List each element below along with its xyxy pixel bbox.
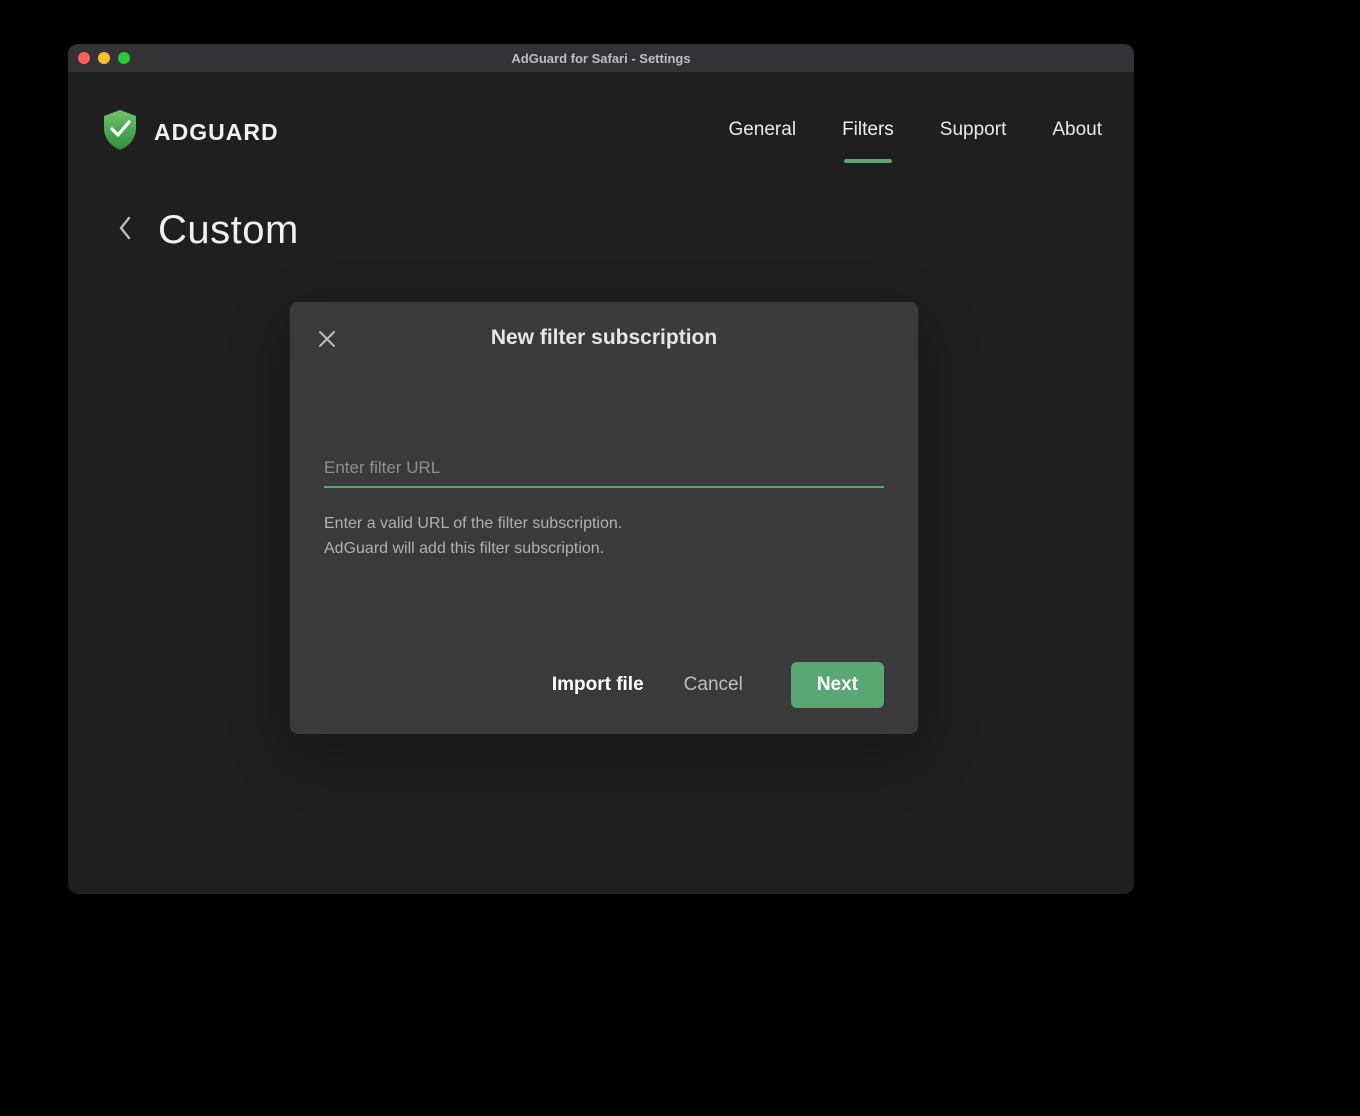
- modal-title: New filter subscription: [491, 326, 717, 350]
- modal-body: Enter a valid URL of the filter subscrip…: [290, 458, 918, 562]
- nav-item-label: Filters: [842, 119, 894, 140]
- cancel-button[interactable]: Cancel: [684, 674, 743, 696]
- help-line: Enter a valid URL of the filter subscrip…: [324, 512, 884, 537]
- next-button[interactable]: Next: [791, 662, 884, 708]
- chevron-left-icon: [118, 216, 132, 240]
- breadcrumb: Custom: [118, 208, 1102, 253]
- shield-icon: [100, 108, 140, 157]
- nav-general[interactable]: General: [728, 119, 796, 145]
- window-title: AdGuard for Safari - Settings: [68, 51, 1134, 66]
- nav: General Filters Support About: [728, 119, 1102, 145]
- app-body: ADGUARD General Filters Support About Cu…: [68, 72, 1134, 894]
- back-button[interactable]: [118, 216, 132, 245]
- nav-item-label: About: [1052, 119, 1102, 140]
- close-window-button[interactable]: [78, 52, 90, 64]
- modal-new-filter-subscription: New filter subscription Enter a valid UR…: [290, 302, 918, 734]
- app-window: AdGuard for Safari - Settings: [68, 44, 1134, 894]
- modal-footer: Import file Cancel Next: [290, 662, 918, 708]
- titlebar: AdGuard for Safari - Settings: [68, 44, 1134, 72]
- window-controls: [78, 52, 130, 64]
- page-title: Custom: [158, 208, 299, 253]
- nav-item-label: Support: [940, 119, 1007, 140]
- modal-help-text: Enter a valid URL of the filter subscrip…: [324, 512, 884, 562]
- modal-header: New filter subscription: [290, 302, 918, 374]
- nav-about[interactable]: About: [1052, 119, 1102, 145]
- brand-name: ADGUARD: [154, 119, 279, 146]
- filter-url-input[interactable]: [324, 458, 884, 488]
- app-header: ADGUARD General Filters Support About: [100, 72, 1102, 192]
- modal-close-button[interactable]: [314, 326, 340, 352]
- brand: ADGUARD: [100, 108, 279, 157]
- nav-item-label: General: [728, 119, 796, 140]
- close-icon: [317, 329, 337, 349]
- zoom-window-button[interactable]: [118, 52, 130, 64]
- help-line: AdGuard will add this filter subscriptio…: [324, 537, 884, 562]
- import-file-button[interactable]: Import file: [552, 674, 644, 696]
- nav-filters[interactable]: Filters: [842, 119, 894, 145]
- minimize-window-button[interactable]: [98, 52, 110, 64]
- nav-support[interactable]: Support: [940, 119, 1007, 145]
